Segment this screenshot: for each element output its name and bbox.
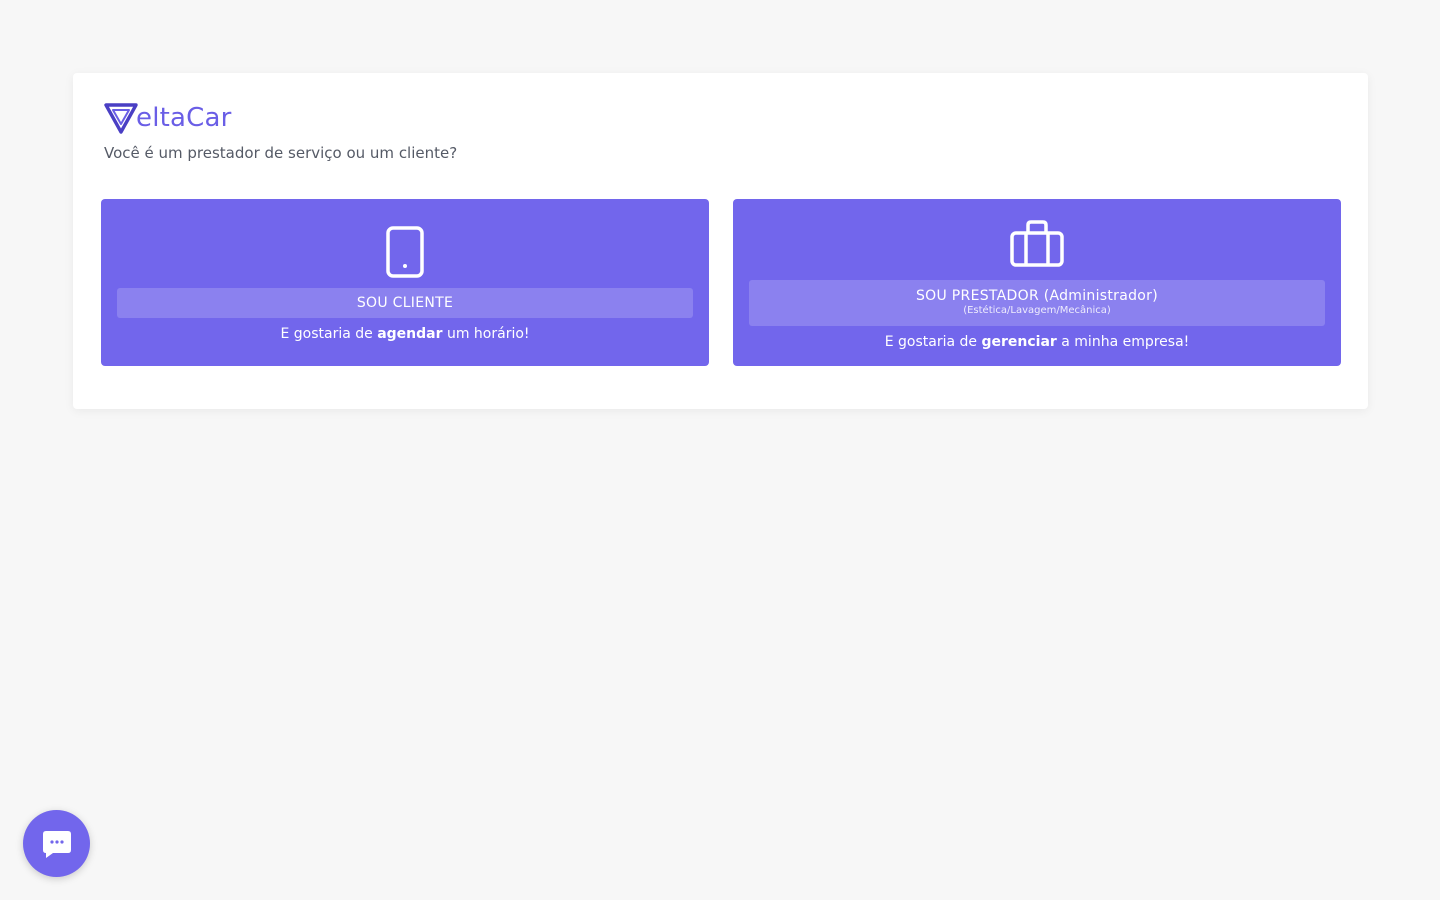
provider-tagline-bold: gerenciar <box>981 334 1057 350</box>
client-option-tagline: E gostaria de agendar um horário! <box>101 326 709 342</box>
chat-button[interactable] <box>23 810 90 877</box>
provider-option-sublabel: (Estética/Lavagem/Mecânica) <box>963 305 1111 316</box>
chat-bubble-icon <box>42 830 71 858</box>
role-question: Você é um prestador de serviço ou um cli… <box>104 144 458 162</box>
provider-tagline-pre: E gostaria de <box>884 334 982 350</box>
smartphone-icon <box>386 226 424 278</box>
client-tagline-pre: E gostaria de <box>280 326 378 342</box>
provider-option-tagline: E gostaria de gerenciar a minha empresa! <box>733 334 1341 350</box>
client-option-label: SOU CLIENTE <box>117 288 693 318</box>
client-tagline-bold: agendar <box>377 326 443 342</box>
brand-logo: eltaCar <box>104 100 232 136</box>
v-triangle-logo-icon <box>104 103 138 134</box>
brand-name: eltaCar <box>136 103 232 133</box>
provider-option-label-box: SOU PRESTADOR (Administrador) (Estética/… <box>749 280 1325 326</box>
briefcase-icon <box>1010 220 1064 267</box>
provider-option-label: SOU PRESTADOR (Administrador) <box>916 288 1158 304</box>
client-option-button[interactable]: SOU CLIENTE E gostaria de agendar um hor… <box>101 199 709 366</box>
provider-option-button[interactable]: SOU PRESTADOR (Administrador) (Estética/… <box>733 199 1341 366</box>
role-selection-card: eltaCar Você é um prestador de serviço o… <box>73 73 1368 409</box>
client-tagline-post: um horário! <box>442 326 530 342</box>
provider-tagline-post: a minha empresa! <box>1056 334 1190 350</box>
